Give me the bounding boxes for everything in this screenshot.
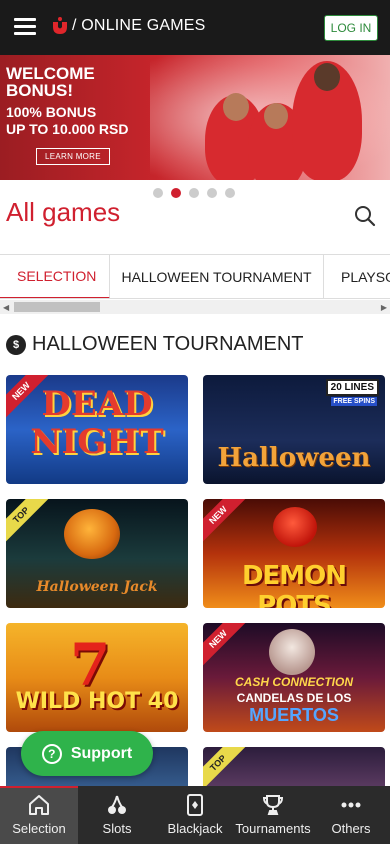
nav-label: Tournaments — [235, 821, 311, 836]
game-title: CASH CONNECTION — [234, 675, 353, 689]
tab-playson[interactable]: PLAYSO — [324, 255, 390, 298]
game-card[interactable]: TOP — [203, 747, 385, 787]
support-button[interactable]: ? Support — [21, 731, 153, 776]
bottom-navigation: Selection Slots Blackjack Tournaments Ot… — [0, 786, 390, 844]
nav-selection[interactable]: Selection — [0, 786, 78, 844]
carousel-dot[interactable] — [207, 188, 217, 198]
nav-label: Blackjack — [167, 821, 223, 836]
nav-slots[interactable]: Slots — [78, 786, 156, 844]
player-image — [292, 61, 362, 180]
free-spins-badge: FREE SPINS — [331, 397, 377, 406]
game-title: WILD HOT 40 — [15, 689, 179, 714]
nav-tournaments[interactable]: Tournaments — [234, 786, 312, 844]
carousel-dot[interactable] — [171, 188, 181, 198]
game-subtitle-text: CANDELAS DE LOS — [236, 691, 352, 705]
scroll-left-icon[interactable]: ◀ — [3, 303, 9, 312]
nav-label: Others — [331, 821, 371, 836]
menu-icon[interactable] — [14, 18, 36, 36]
game-card[interactable]: DEMON POTS NEW — [203, 499, 385, 608]
help-icon: ? — [41, 743, 62, 764]
game-card[interactable]: 20 LINES FREE SPINS Halloween — [203, 375, 385, 484]
game-title: Halloween — [217, 443, 371, 473]
game-badge: TOP — [6, 499, 52, 546]
game-card[interactable]: 7 WILD HOT 40 — [6, 623, 188, 732]
brand-title: / ONLINE GAMES — [72, 17, 206, 34]
game-subtitle: CANDELAS DE LOS MUERTOS — [203, 691, 385, 726]
game-card[interactable]: CASH CONNECTION CANDELAS DE LOS MUERTOS … — [203, 623, 385, 732]
scroll-right-icon[interactable]: ▶ — [381, 303, 387, 312]
top-bar: / ONLINE GAMES LOG IN — [0, 0, 390, 55]
pumpkin-image — [64, 509, 120, 559]
carousel-dot[interactable] — [153, 188, 163, 198]
nav-blackjack[interactable]: Blackjack — [156, 786, 234, 844]
game-badge: TOP — [203, 747, 249, 787]
section-header: $ HALLOWEEN TOURNAMENT — [6, 333, 304, 356]
banner-text: WELCOME BONUS! 100% BONUS UP TO 10.000 R… — [6, 65, 128, 138]
banner-line: WELCOME — [6, 64, 95, 83]
banner-line: BONUS! — [6, 81, 74, 100]
lines-badge: 20 LINES — [325, 379, 379, 396]
login-button[interactable]: LOG IN — [324, 15, 378, 41]
carousel-indicators — [153, 188, 235, 198]
devil-image — [273, 507, 317, 547]
banner-line: UP TO 10.000 RSD — [6, 121, 129, 137]
skull-image — [269, 629, 315, 675]
promo-banner[interactable]: WELCOME BONUS! 100% BONUS UP TO 10.000 R… — [0, 55, 390, 180]
section-title: HALLOWEEN TOURNAMENT — [32, 333, 304, 355]
game-badge: NEW — [203, 623, 249, 670]
carousel-dot[interactable] — [189, 188, 199, 198]
more-icon — [341, 802, 361, 808]
brand-logo-icon[interactable] — [50, 16, 70, 36]
cherries-icon — [108, 795, 126, 814]
support-label: Support — [70, 744, 133, 762]
tab-selection[interactable]: SELECTION — [0, 255, 110, 298]
trophy-icon — [262, 795, 284, 815]
tab-halloween-tournament[interactable]: HALLOWEEN TOURNAMENT — [110, 255, 324, 298]
page-title: All games — [6, 197, 121, 227]
game-card[interactable]: Halloween Jack TOP — [6, 499, 188, 608]
banner-line: 100% BONUS — [6, 104, 97, 120]
carousel-dot[interactable] — [225, 188, 235, 198]
coin-icon: $ — [6, 334, 26, 355]
nav-label: Selection — [12, 821, 66, 836]
game-title: Halloween Jack — [36, 579, 158, 595]
nav-others[interactable]: Others — [312, 786, 390, 844]
category-tabs: SELECTION HALLOWEEN TOURNAMENT PLAYSO — [0, 254, 390, 299]
nav-label: Slots — [102, 821, 132, 836]
game-title: DEMON POTS — [241, 561, 347, 608]
game-card[interactable]: DEAD NIGHT NEW — [6, 375, 188, 484]
search-icon[interactable] — [354, 205, 376, 227]
home-icon — [29, 795, 49, 815]
game-badge: NEW — [203, 499, 249, 546]
card-icon — [187, 794, 203, 816]
game-title: DEAD NIGHT — [30, 384, 164, 462]
learn-more-button[interactable]: LEARN MORE — [36, 148, 110, 165]
horizontal-scrollbar[interactable]: ◀ ▶ — [0, 300, 390, 314]
game-subtitle-emphasis: MUERTOS — [249, 705, 339, 725]
scrollbar-thumb[interactable] — [14, 302, 100, 312]
